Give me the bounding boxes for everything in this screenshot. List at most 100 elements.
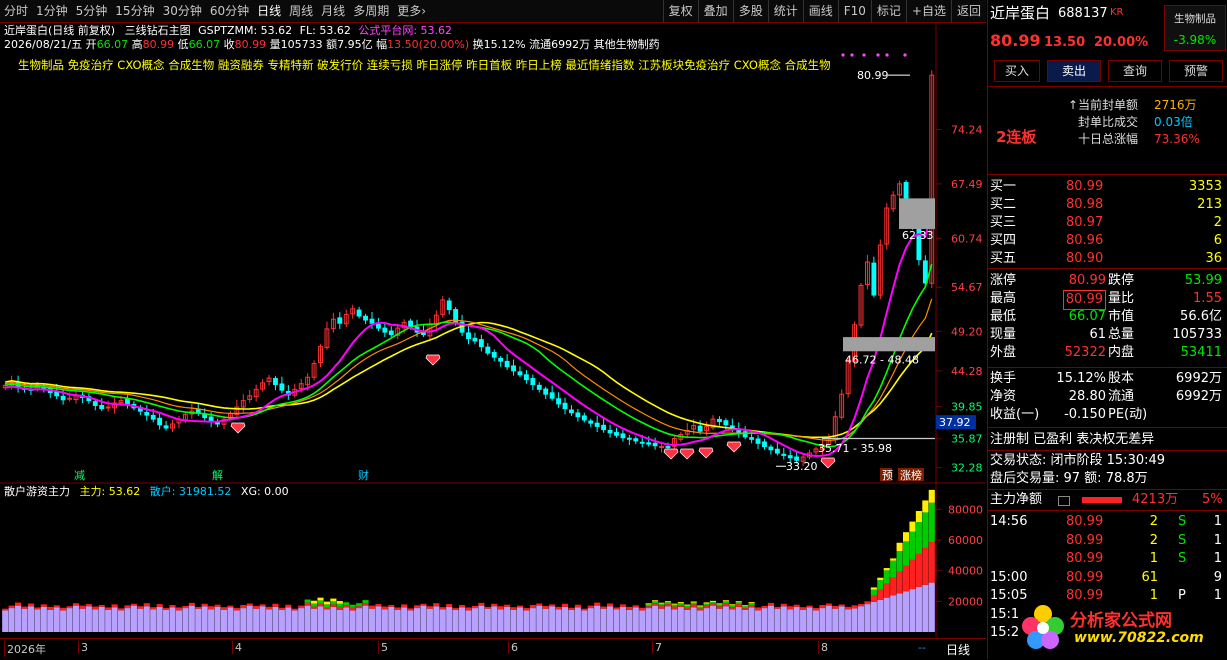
- sub-bar-retail: [742, 609, 749, 632]
- trade-state: 交易状态: 闭市阶段 15:30:49: [990, 453, 1166, 468]
- sub-bar-top: [915, 511, 922, 523]
- period-tab-2[interactable]: 5分钟: [72, 0, 112, 22]
- period-tab-8[interactable]: 月线: [317, 0, 349, 22]
- sub-bar-retail: [111, 607, 118, 632]
- candle-body: [762, 441, 767, 448]
- sub-bar-main: [253, 605, 260, 609]
- bid-price: 80.99: [1066, 179, 1104, 194]
- sub-bar-main: [709, 603, 717, 606]
- candle-body: [594, 422, 600, 427]
- buy-button[interactable]: 买入: [994, 60, 1040, 82]
- tool-button-8[interactable]: 返回: [950, 0, 986, 22]
- bid-row[interactable]: 买二 80.98 213: [988, 196, 1227, 214]
- bid-volume: 36: [1205, 251, 1222, 266]
- sub-bar-retail: [47, 609, 54, 632]
- period-tab-7[interactable]: 周线: [285, 0, 317, 22]
- candle-body: [356, 309, 362, 317]
- query-button[interactable]: 查询: [1108, 60, 1162, 82]
- sub-bar-retail: [311, 608, 318, 632]
- tool-button-0[interactable]: 复权: [662, 0, 698, 22]
- price-row: 80.99 13.50 20.00%: [988, 32, 1227, 56]
- sub-bar-retail: [883, 597, 890, 632]
- menu-icon[interactable]: [1058, 496, 1070, 506]
- ma-line-green: [5, 263, 933, 448]
- kline-chart[interactable]: 74.24 67.49 60.74 54.67 49.20 44.28 39.85 35.87…: [0, 22, 986, 637]
- sub-bar-main: [735, 604, 742, 607]
- candle-body: [749, 437, 755, 440]
- sub-bar-main: [330, 604, 337, 607]
- scroll-arrows-icon[interactable]: --: [918, 641, 926, 654]
- sub-bar-retail: [510, 609, 517, 632]
- period-tab-9[interactable]: 多周期: [349, 0, 393, 22]
- sub-bar-main: [742, 608, 749, 610]
- sub-bar-main: [561, 603, 569, 607]
- sub-bar-retail: [542, 608, 549, 632]
- tool-button-4[interactable]: 画线: [802, 0, 838, 22]
- stat-value: 80.99: [1062, 290, 1106, 310]
- sub-bar-hot: [356, 603, 363, 607]
- tool-button-5[interactable]: F10: [837, 0, 871, 22]
- period-tab-0[interactable]: 分时: [0, 0, 32, 22]
- sub-bar-top: [645, 603, 652, 605]
- period-switch-tab[interactable]: 日线: [946, 641, 970, 658]
- main-flow-row[interactable]: 主力净额 4213万 5%: [988, 491, 1227, 509]
- candle-body: [633, 438, 639, 442]
- sub-bar-retail: [117, 610, 125, 632]
- date-axis-label: 5: [378, 641, 388, 654]
- period-tab-4[interactable]: 30分钟: [159, 0, 206, 22]
- period-tab-1[interactable]: 1分钟: [32, 0, 72, 22]
- period-tab-5[interactable]: 60分钟: [206, 0, 253, 22]
- sub-bar-retail: [697, 610, 704, 632]
- alert-button[interactable]: 预警: [1169, 60, 1223, 82]
- bid-row[interactable]: 买一 80.99 3353: [988, 178, 1227, 196]
- sub-bar-retail: [684, 609, 691, 632]
- indicator-main-name[interactable]: 三线钻石主图: [125, 24, 191, 37]
- bid-row[interactable]: 买五 80.90 36: [988, 250, 1227, 268]
- tool-button-1[interactable]: 叠加: [697, 0, 733, 22]
- close-value: 80.99: [234, 38, 267, 51]
- logo-text: 分析家公式网: [1070, 611, 1172, 631]
- sub-bar-hot: [742, 606, 749, 609]
- sub-bar-retail: [66, 608, 73, 632]
- period-tab-10[interactable]: 更多›: [393, 0, 430, 22]
- sub-bar-hot: [677, 603, 684, 606]
- stat2-row: 换手 15.12% 股本 6992万: [990, 371, 1222, 386]
- event-marker: 涨榜: [900, 468, 922, 482]
- sub-bar-hot: [722, 601, 729, 604]
- sub-bar-retail: [600, 608, 607, 632]
- sub-bar-main: [555, 606, 562, 610]
- sub-bar-retail: [34, 609, 41, 632]
- bid-row[interactable]: 买四 80.96 6: [988, 232, 1227, 250]
- sell-button[interactable]: 卖出: [1047, 60, 1101, 82]
- sub-bar-main: [40, 604, 47, 607]
- candle-body: [408, 320, 414, 327]
- bid-row[interactable]: 买三 80.97 2: [988, 214, 1227, 232]
- tool-button-7[interactable]: +自选: [905, 0, 951, 22]
- sub-bar-main: [227, 605, 234, 608]
- candle-body: [485, 346, 491, 354]
- sub-bar-retail: [845, 609, 852, 632]
- main-flow-pct: 5%: [1202, 492, 1223, 507]
- sub-bar-retail: [8, 608, 15, 632]
- low-value: 66.07: [188, 38, 221, 51]
- period-tab-6[interactable]: 日线: [253, 0, 285, 22]
- sub-bar-top: [697, 605, 704, 607]
- sub-bar-main: [92, 606, 99, 610]
- sub-indicator-title[interactable]: 散户游资主力: [4, 485, 70, 498]
- candle-body: [562, 402, 568, 410]
- sub-bar-main: [426, 606, 433, 609]
- stock-name: 近岸蛋白: [990, 4, 1051, 22]
- sub-bar-main: [639, 607, 646, 611]
- tool-button-2[interactable]: 多股: [732, 0, 768, 22]
- tool-button-3[interactable]: 统计: [767, 0, 803, 22]
- period-tab-3[interactable]: 15分钟: [111, 0, 158, 22]
- price-tick-label: 60.74: [951, 232, 983, 245]
- sub-bar-main: [626, 606, 633, 610]
- tool-button-6[interactable]: 标记: [870, 0, 906, 22]
- price-tick-label: 32.28: [951, 462, 983, 475]
- sub-bar-retail: [336, 609, 343, 632]
- sub-bar-retail: [915, 586, 922, 632]
- stock-tag: KR: [1110, 7, 1124, 18]
- sub-bar-main: [581, 608, 588, 611]
- bid-price: 80.97: [1066, 215, 1104, 230]
